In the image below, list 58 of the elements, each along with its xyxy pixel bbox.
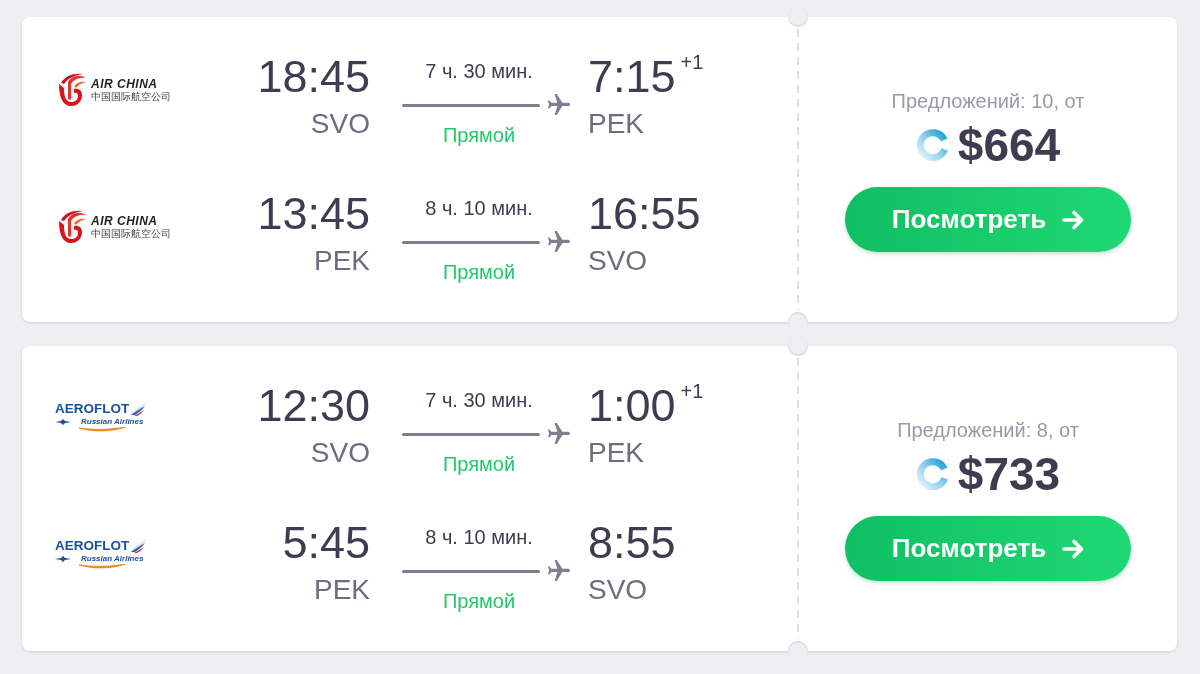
logo-text: 中国国际航空公司 <box>91 91 171 103</box>
price: $733 <box>957 448 1061 500</box>
plane-icon <box>548 423 570 445</box>
logo-text: AEROFLOT <box>55 538 130 553</box>
swoosh-icon <box>79 564 125 569</box>
logo-text: AIR CHINA <box>91 77 159 91</box>
card-notch <box>788 312 808 332</box>
stops-label: Прямой <box>442 452 517 476</box>
day-offset: +1 <box>680 380 704 402</box>
arrow-right-icon <box>1062 538 1085 559</box>
departure-time: 13:45 <box>257 190 370 238</box>
stops-label: Прямой <box>442 260 517 284</box>
arrival-time: 16:55 <box>588 190 701 238</box>
logo-text: Russian Airlines <box>81 417 144 427</box>
airport-code: PEK <box>313 573 370 607</box>
flight-duration: 8 ч. 10 мин. <box>425 525 534 549</box>
ring-icon <box>915 458 948 490</box>
arrow-right-icon <box>1062 209 1085 230</box>
ring-icon <box>915 129 948 161</box>
airport-code: SVO <box>588 573 648 607</box>
day-offset: +1 <box>680 51 704 73</box>
wing-icon <box>129 402 148 416</box>
winged-emblem-icon <box>55 556 71 562</box>
logo-text: AEROFLOT <box>55 401 130 416</box>
airport-code: SVO <box>310 107 370 141</box>
plane-icon <box>548 560 570 582</box>
airport-code: SVO <box>588 244 648 278</box>
airport-code: PEK <box>588 107 645 141</box>
plane-icon <box>548 231 570 253</box>
flight-duration: 7 ч. 30 мин. <box>425 388 534 412</box>
arrival-time: 1:00 <box>588 382 676 430</box>
arrival-time: 7:15 <box>588 53 676 101</box>
logo-text: AIR CHINA <box>91 214 159 228</box>
logo-text: 中国国际航空公司 <box>91 228 171 240</box>
swoosh-icon <box>79 427 125 432</box>
view-button[interactable]: Посмотреть <box>845 187 1131 252</box>
arrival-time: 8:55 <box>588 519 676 567</box>
airport-code: SVO <box>310 436 370 470</box>
departure-time: 5:45 <box>282 519 370 567</box>
airport-code: PEK <box>313 244 370 278</box>
stops-label: Прямой <box>442 123 517 147</box>
stops-label: Прямой <box>442 589 517 613</box>
card-notch <box>788 7 808 27</box>
plane-icon <box>548 94 570 116</box>
card-notch <box>788 336 808 356</box>
departure-time: 12:30 <box>257 382 370 430</box>
offers-count: Предложений: 8, от <box>897 418 1079 442</box>
airport-code: PEK <box>588 436 645 470</box>
card-notch <box>788 641 808 661</box>
offers-count: Предложений: 10, от <box>891 89 1085 113</box>
winged-emblem-icon <box>55 419 71 425</box>
view-button[interactable]: Посмотреть <box>845 516 1131 581</box>
flight-duration: 7 ч. 30 мин. <box>425 59 534 83</box>
departure-time: 18:45 <box>257 53 370 101</box>
flight-duration: 8 ч. 10 мин. <box>425 196 534 220</box>
price: $664 <box>957 119 1061 171</box>
wing-icon <box>129 539 148 553</box>
logo-text: Russian Airlines <box>81 554 144 564</box>
